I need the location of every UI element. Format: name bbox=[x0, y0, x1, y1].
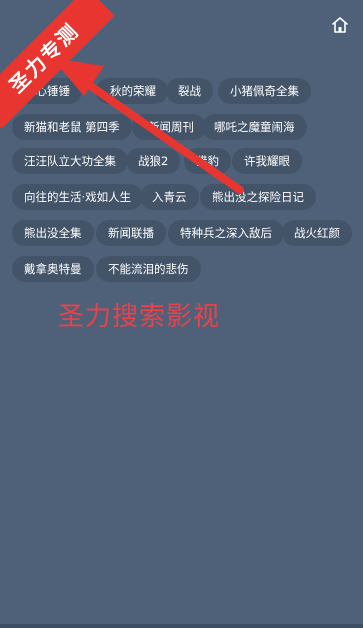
tag-item[interactable]: 哪吒之魔童闹海 bbox=[202, 114, 307, 140]
tag-item[interactable]: 戴拿奥特曼 bbox=[12, 256, 94, 282]
tag-item[interactable]: 入青云 bbox=[140, 184, 199, 210]
tag-item[interactable]: 许我耀眼 bbox=[232, 148, 302, 174]
tag-item[interactable]: 战狼2 bbox=[126, 148, 181, 174]
tag-item[interactable]: 不能流泪的悲伤 bbox=[96, 256, 201, 282]
tag-item[interactable]: 战火红颜 bbox=[282, 220, 352, 246]
tag-item[interactable]: 特种兵之深入敌后 bbox=[168, 220, 284, 246]
tag-item[interactable]: 新闻周刊 bbox=[132, 114, 206, 140]
tag-item[interactable]: 新闻联播 bbox=[96, 220, 166, 246]
tag-item[interactable]: 熊出没全集 bbox=[12, 220, 94, 246]
promo-watermark-text: 圣力搜索影视 bbox=[58, 302, 221, 332]
tag-item[interactable]: 小猪佩奇全集 bbox=[218, 78, 311, 104]
tag-item[interactable]: 猎豹 bbox=[184, 148, 231, 174]
tag-item[interactable]: 秋的荣耀 bbox=[96, 78, 168, 104]
tag-item[interactable]: 裂战 bbox=[166, 78, 213, 104]
bottom-edge bbox=[0, 624, 363, 628]
tag-item[interactable]: 新猫和老鼠 第四季 bbox=[12, 114, 132, 140]
tag-item[interactable]: 汪汪队立大功全集 bbox=[12, 148, 128, 174]
tag-item[interactable]: 熊出没之探险日记 bbox=[200, 184, 316, 210]
tag-item[interactable]: 向往的生活·戏如人生 bbox=[12, 184, 144, 210]
